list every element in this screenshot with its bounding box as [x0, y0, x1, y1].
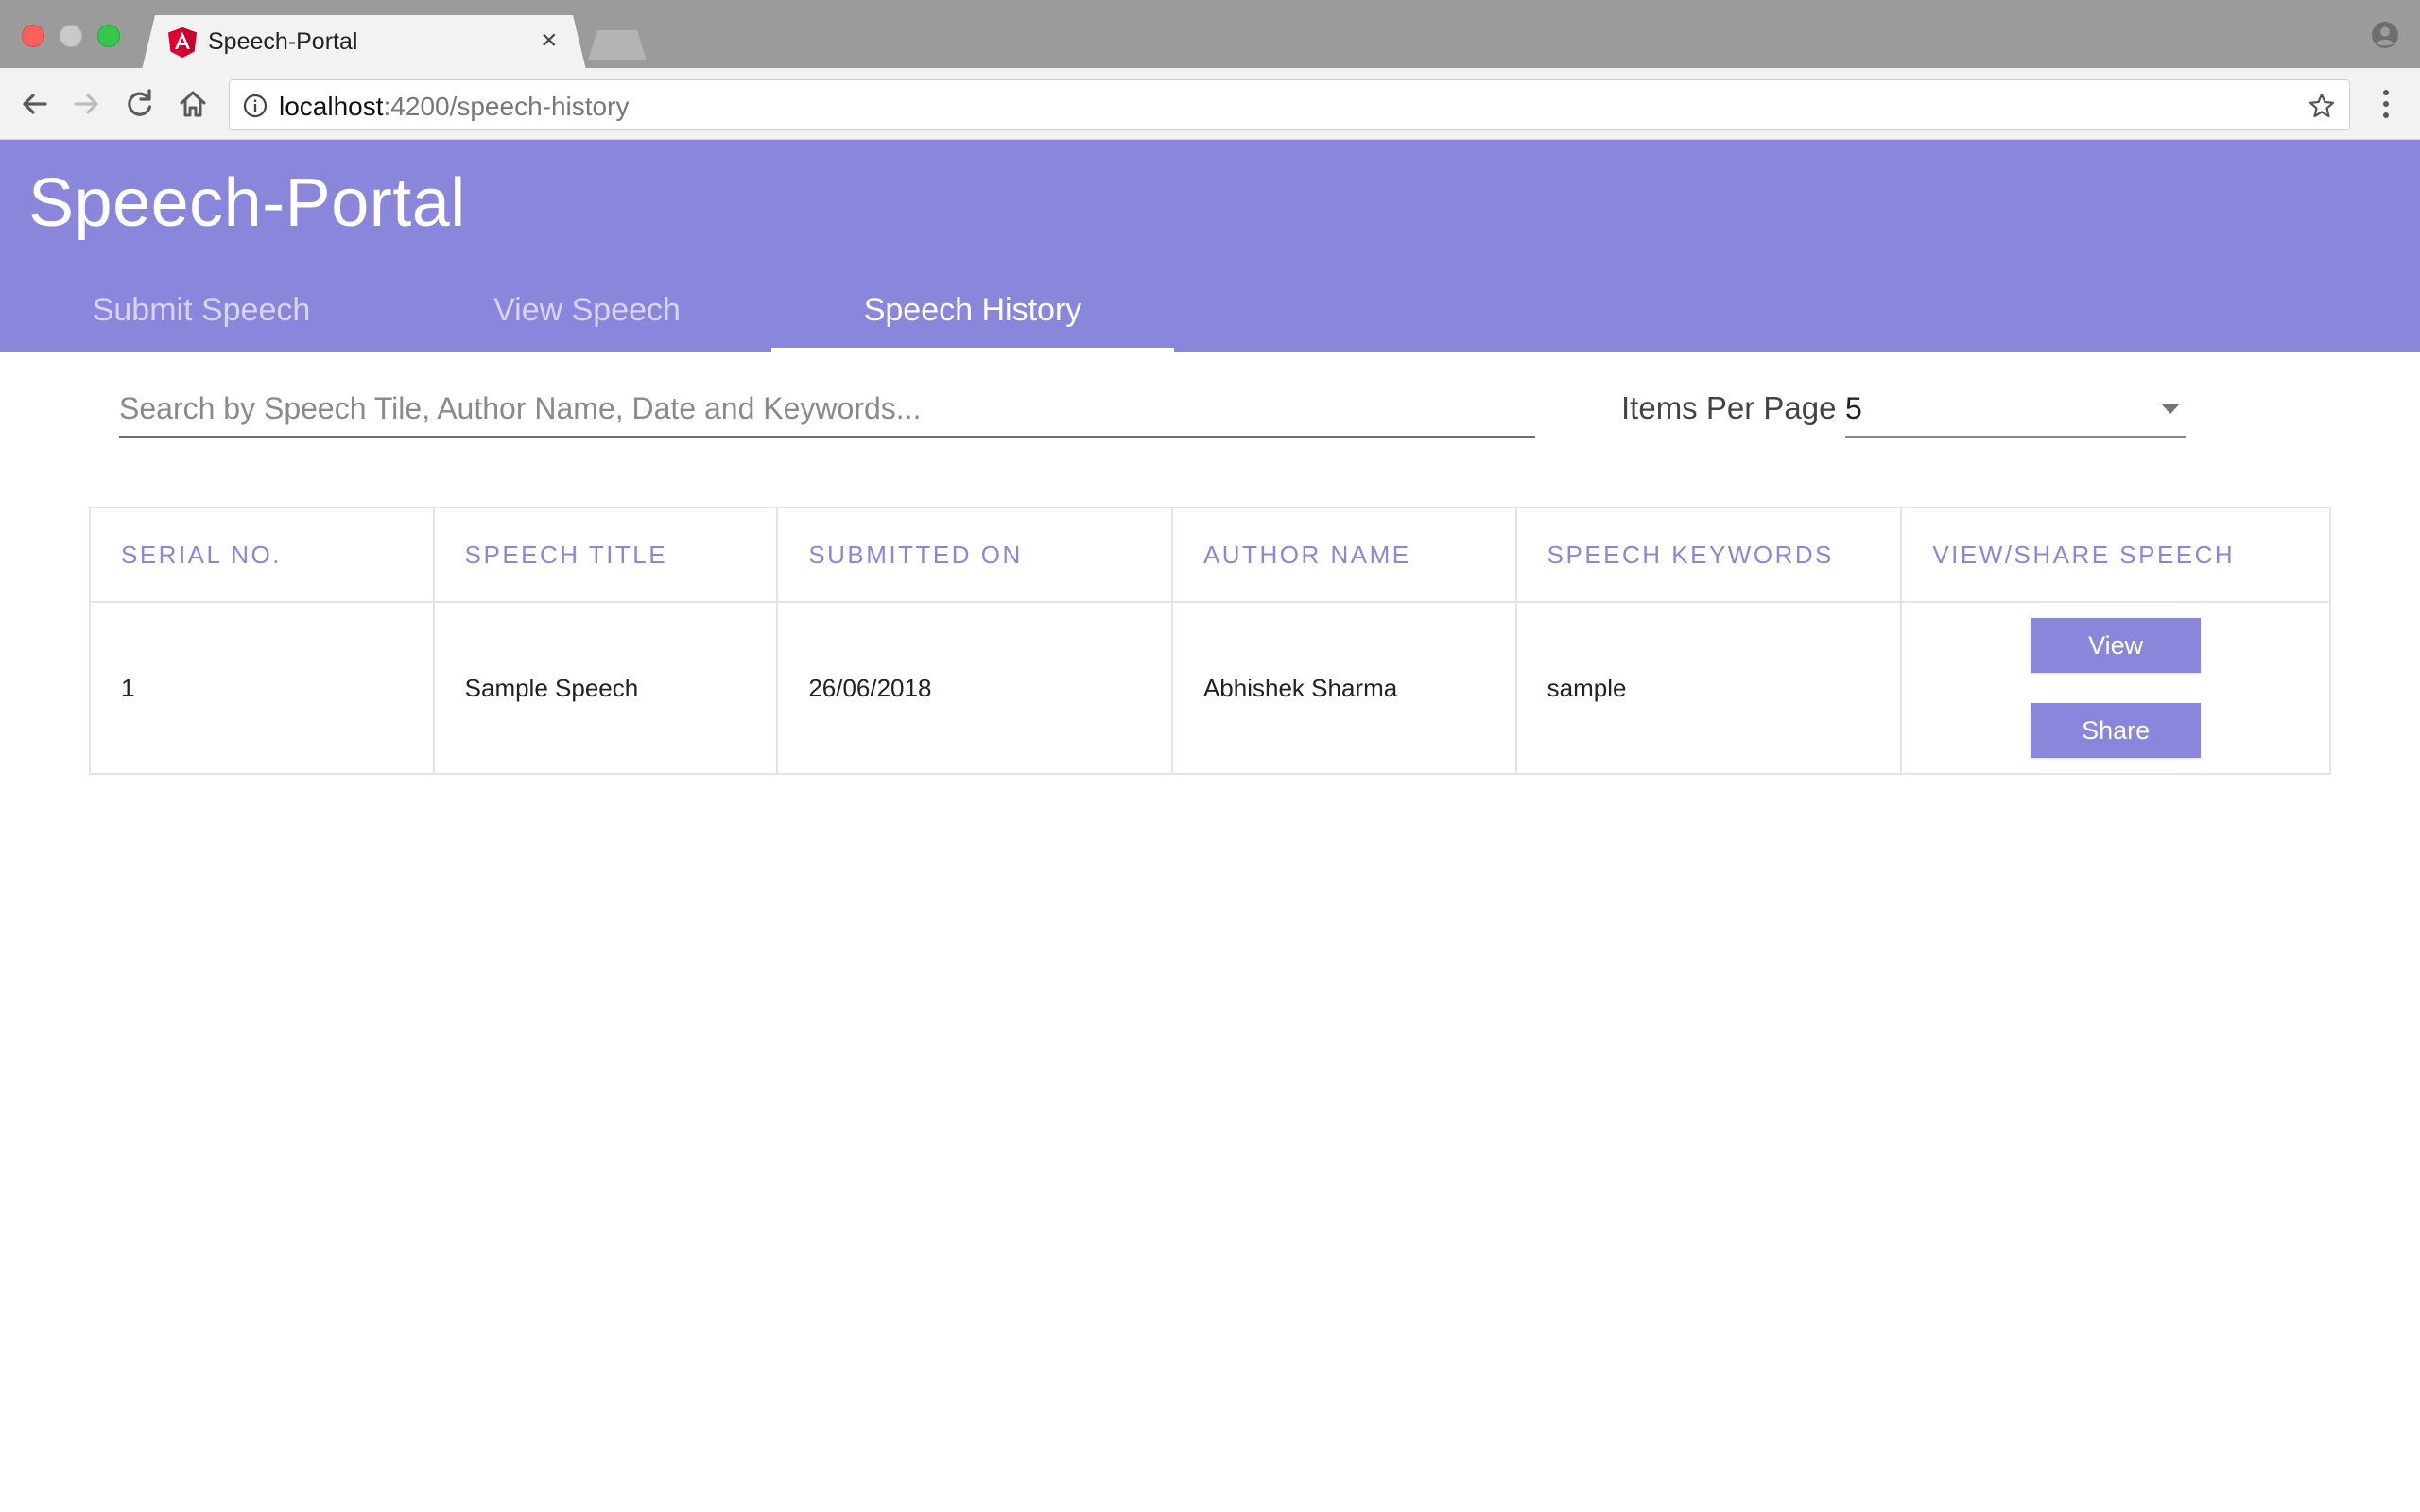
forward-arrow-icon[interactable]: [70, 87, 104, 121]
table-row: 1 Sample Speech 26/06/2018 Abhishek Shar…: [89, 601, 2331, 775]
url-path: :4200/speech-history: [383, 92, 630, 121]
window-minimize-button[interactable]: [60, 25, 82, 47]
tab-close-icon[interactable]: ×: [541, 25, 558, 57]
tab-title: Speech-Portal: [208, 28, 358, 55]
address-bar[interactable]: localhost:4200/speech-history: [229, 79, 2350, 130]
cell-actions: View Share: [1900, 601, 2331, 775]
table-header-row: SERIAL NO. SPEECH TITLE SUBMITTED ON AUT…: [89, 507, 2331, 603]
search-field: [119, 383, 1535, 438]
cell-serial: 1: [89, 601, 435, 775]
column-header-view-share: VIEW/SHARE SPEECH: [1900, 507, 2331, 603]
app-title: Speech-Portal: [28, 165, 466, 241]
angular-logo-icon: [168, 27, 197, 58]
app-header: Speech-Portal Submit Speech View Speech …: [0, 140, 2420, 352]
home-icon[interactable]: [176, 87, 210, 121]
cell-title: Sample Speech: [432, 601, 779, 775]
column-header-serial: SERIAL NO.: [89, 507, 435, 603]
view-button[interactable]: View: [2031, 618, 2202, 673]
column-header-author: AUTHOR NAME: [1170, 507, 1517, 603]
window-maximize-button[interactable]: [97, 25, 120, 47]
url-text[interactable]: localhost:4200/speech-history: [279, 92, 629, 122]
column-header-keywords: SPEECH KEYWORDS: [1514, 507, 1903, 603]
more-vert-icon[interactable]: [2375, 85, 2397, 123]
share-button[interactable]: Share: [2031, 703, 2202, 758]
column-header-title: SPEECH TITLE: [432, 507, 779, 603]
browser-tab-strip: Speech-Portal ×: [0, 0, 2420, 70]
url-host: localhost: [279, 92, 384, 121]
cell-author: Abhishek Sharma: [1170, 601, 1517, 775]
profile-icon[interactable]: [2371, 21, 2399, 49]
column-header-submitted-on: SUBMITTED ON: [776, 507, 1173, 603]
speech-history-table: SERIAL NO. SPEECH TITLE SUBMITTED ON AUT…: [89, 507, 2331, 775]
new-tab-button[interactable]: [588, 30, 647, 60]
star-icon[interactable]: [2308, 92, 2336, 120]
tab-view-speech[interactable]: View Speech: [386, 280, 788, 352]
window-close-button[interactable]: [22, 25, 44, 47]
cell-submitted-on: 26/06/2018: [776, 601, 1173, 775]
back-arrow-icon[interactable]: [17, 87, 51, 121]
browser-toolbar: localhost:4200/speech-history: [0, 68, 2420, 140]
tab-submit-speech[interactable]: Submit Speech: [0, 280, 403, 352]
dropdown-arrow-icon[interactable]: [2161, 404, 2180, 414]
search-input[interactable]: [119, 383, 1535, 434]
reload-icon[interactable]: [123, 87, 157, 121]
cell-keywords: sample: [1514, 601, 1903, 775]
info-icon[interactable]: [243, 94, 268, 118]
browser-tab[interactable]: Speech-Portal ×: [142, 15, 586, 70]
items-per-page-value: 5: [1845, 391, 1862, 425]
tab-speech-history[interactable]: Speech History: [771, 280, 1174, 352]
items-per-page-select[interactable]: 5: [1845, 383, 2186, 438]
items-per-page-label: Items Per Page: [1621, 390, 1837, 425]
